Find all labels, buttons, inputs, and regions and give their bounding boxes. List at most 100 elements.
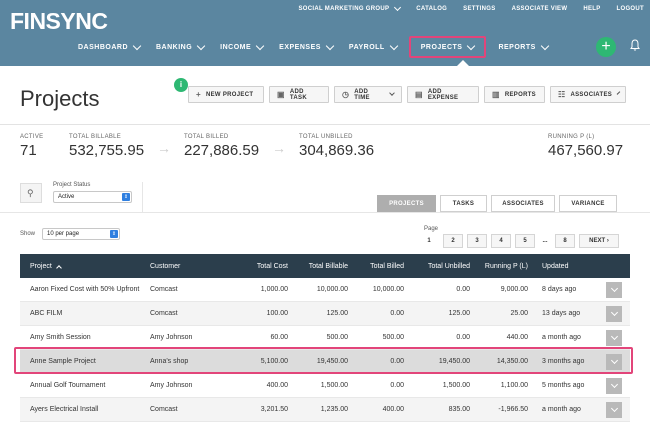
row-menu-button[interactable] (606, 377, 622, 394)
page-5-button[interactable]: 5 (515, 234, 535, 248)
table-row[interactable]: Ayers Electrical Install Comcast 3,201.5… (20, 398, 630, 422)
org-name: SOCIAL MARKETING GROUP (298, 6, 390, 12)
settings-link[interactable]: SETTINGS (463, 6, 495, 12)
chevron-down-icon (610, 308, 618, 316)
col-total-cost-header[interactable]: Total Cost (230, 254, 288, 278)
page-label: Page (424, 226, 439, 232)
col-total-unbilled-header[interactable]: Total Unbilled (404, 254, 470, 278)
cell-project: Anne Sample Project (30, 358, 96, 365)
finsync-logo[interactable]: FINSYNC (10, 8, 108, 35)
top-header: FINSYNC SOCIAL MARKETING GROUP CATALOG S… (0, 0, 650, 66)
associates-button[interactable]: ☷ ASSOCIATES (550, 86, 626, 103)
add-expense-label: ADD EXPENSE (427, 88, 459, 101)
tab-projects[interactable]: PROJECTS (377, 195, 436, 212)
cell-customer: Comcast (150, 310, 178, 317)
row-menu-button[interactable] (606, 353, 622, 370)
chevron-down-icon (132, 41, 142, 50)
tab-variance[interactable]: VARIANCE (559, 195, 617, 212)
table-row[interactable]: ABC FILM Comcast 100.00 125.00 0.00 125.… (20, 302, 630, 326)
page-8-button[interactable]: 8 (555, 234, 575, 248)
add-time-label: ADD TIME (354, 88, 370, 101)
reports-button[interactable]: ▥ REPORTS (484, 86, 545, 103)
cell-total-billed: 0.00 (390, 358, 404, 365)
col-actions-header (590, 254, 630, 278)
page-1-button[interactable]: 1 (419, 234, 439, 248)
clock-icon: ◷ (342, 90, 350, 99)
search-icon: ⚲ (27, 188, 34, 198)
nav-income[interactable]: INCOME (212, 36, 271, 58)
nav-projects[interactable]: PROJECTS (408, 36, 487, 58)
page-3-button[interactable]: 3 (467, 234, 487, 248)
cell-updated: 8 days ago (542, 286, 577, 293)
cell-total-cost: 3,201.50 (260, 406, 288, 413)
cell-actions (590, 278, 630, 301)
nav-reports[interactable]: REPORTS (490, 36, 555, 58)
row-menu-button[interactable] (606, 281, 622, 298)
chevron-down-icon (325, 41, 335, 50)
stat-running-value: 467,560.97 (548, 142, 624, 159)
chevron-down-icon (610, 356, 618, 364)
receipt-icon: ▤ (415, 90, 423, 99)
bell-icon[interactable] (630, 39, 640, 51)
tab-tasks[interactable]: TASKS (440, 195, 487, 212)
stat-billed-value: 227,886.59 (184, 142, 260, 159)
table-row[interactable]: Aaron Fixed Cost with 50% Upfront Comcas… (20, 278, 630, 302)
cell-total-billed: 0.00 (390, 382, 404, 389)
table-row[interactable]: Annual Golf Tournament Amy Johnson 400.0… (20, 374, 630, 398)
cell-running: 9,000.00 (500, 286, 528, 293)
nav-income-label: INCOME (220, 43, 252, 51)
col-total-billed-header[interactable]: Total Billed (348, 254, 404, 278)
nav-payroll[interactable]: PAYROLL (341, 36, 405, 58)
col-project-header[interactable]: Project (20, 254, 150, 278)
stat-billable-label: TOTAL BILLABLE (69, 134, 122, 140)
cell-total-billed: 400.00 (382, 406, 404, 413)
project-status-select[interactable]: Active ⇕ (53, 191, 132, 203)
row-menu-button[interactable] (606, 329, 622, 346)
cell-total-unbilled: 19,450.00 (438, 358, 470, 365)
stat-running-pl: RUNNING P (L) 467,560.97 (548, 134, 623, 159)
nav-dashboard[interactable]: DASHBOARD (70, 36, 148, 58)
cell-updated: a month ago (542, 406, 581, 413)
page-2-button[interactable]: 2 (443, 234, 463, 248)
associate-view-link[interactable]: ASSOCIATE VIEW (512, 6, 568, 12)
page-size-select[interactable]: 10 per page ⇕ (42, 228, 120, 240)
stat-active-label: ACTIVE (20, 134, 44, 140)
search-button[interactable]: ⚲ (20, 183, 42, 203)
cell-actions (590, 398, 630, 421)
col-customer-header[interactable]: Customer (150, 254, 230, 278)
select-arrows-icon: ⇕ (110, 230, 118, 238)
cell-customer: Amy Johnson (150, 334, 193, 341)
tab-associates[interactable]: ASSOCIATES (491, 195, 555, 212)
catalog-link[interactable]: CATALOG (416, 6, 447, 12)
info-badge-icon[interactable]: i (174, 78, 188, 92)
col-updated-header[interactable]: Updated (528, 254, 590, 278)
add-task-button[interactable]: ▣ ADD TASK (269, 86, 329, 103)
col-total-billable-header[interactable]: Total Billable (288, 254, 348, 278)
nav-expenses[interactable]: EXPENSES (271, 36, 341, 58)
cell-total-billed: 10,000.00 (372, 286, 404, 293)
col-running-header[interactable]: Running P (L) (470, 254, 528, 278)
table-row-selected[interactable]: Anne Sample Project Anna's shop 5,100.00… (20, 350, 630, 374)
cell-total-billable: 19,450.00 (316, 358, 348, 365)
stat-active: ACTIVE 71 (20, 134, 43, 159)
next-page-button[interactable]: NEXT › (579, 234, 619, 248)
table-row[interactable]: Amy Smith Session Amy Johnson 60.00 500.… (20, 326, 630, 350)
add-time-button[interactable]: ◷ ADD TIME (334, 86, 402, 103)
cell-actions (590, 326, 630, 349)
chevron-down-icon (540, 41, 550, 50)
quick-add-button[interactable]: + (596, 37, 616, 57)
logout-link[interactable]: LOGOUT (617, 6, 644, 12)
row-menu-button[interactable] (606, 305, 622, 322)
new-project-button[interactable]: + NEW PROJECT (188, 86, 264, 103)
cell-total-unbilled: 0.00 (456, 334, 470, 341)
org-switcher[interactable]: SOCIAL MARKETING GROUP (282, 3, 402, 12)
nav-banking[interactable]: BANKING (148, 36, 212, 58)
help-link[interactable]: HELP (583, 6, 600, 12)
row-menu-button[interactable] (606, 401, 622, 418)
nav-payroll-label: PAYROLL (348, 43, 385, 51)
cell-customer: Anna's shop (150, 358, 189, 365)
stat-active-value: 71 (20, 142, 37, 159)
add-expense-button[interactable]: ▤ ADD EXPENSE (407, 86, 479, 103)
filter-divider (0, 212, 650, 213)
page-4-button[interactable]: 4 (491, 234, 511, 248)
